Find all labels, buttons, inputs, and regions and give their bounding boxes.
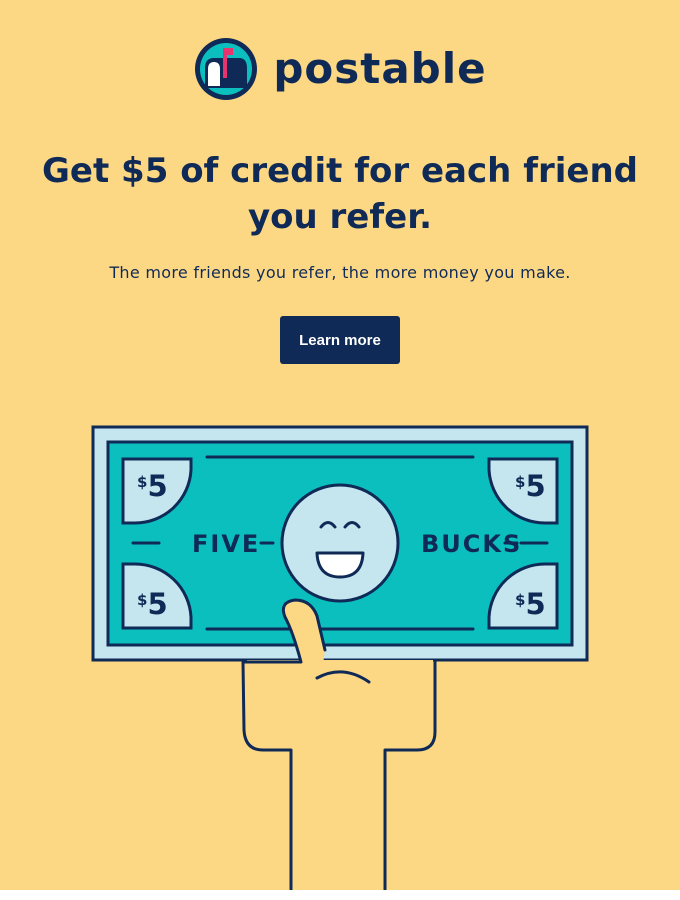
page-headline: Get $5 of credit for each friend you ref… <box>41 151 639 237</box>
bill-word-bucks: BUCKS <box>421 530 522 558</box>
bill-word-five: FIVE <box>192 530 260 558</box>
email-body: postable Get $5 of credit for each frien… <box>0 0 680 890</box>
learn-more-button[interactable]: Learn more <box>280 316 400 364</box>
page-subheadline: The more friends you refer, the more mon… <box>109 263 571 282</box>
mailbox-icon <box>195 38 258 100</box>
brand-wordmark: postable <box>273 44 487 93</box>
brand-header: postable <box>0 36 680 102</box>
five-dollar-bill-illustration: $5 $5 $5 $5 FIVE BUCKS <box>91 425 589 890</box>
smiling-face-icon <box>280 483 400 603</box>
